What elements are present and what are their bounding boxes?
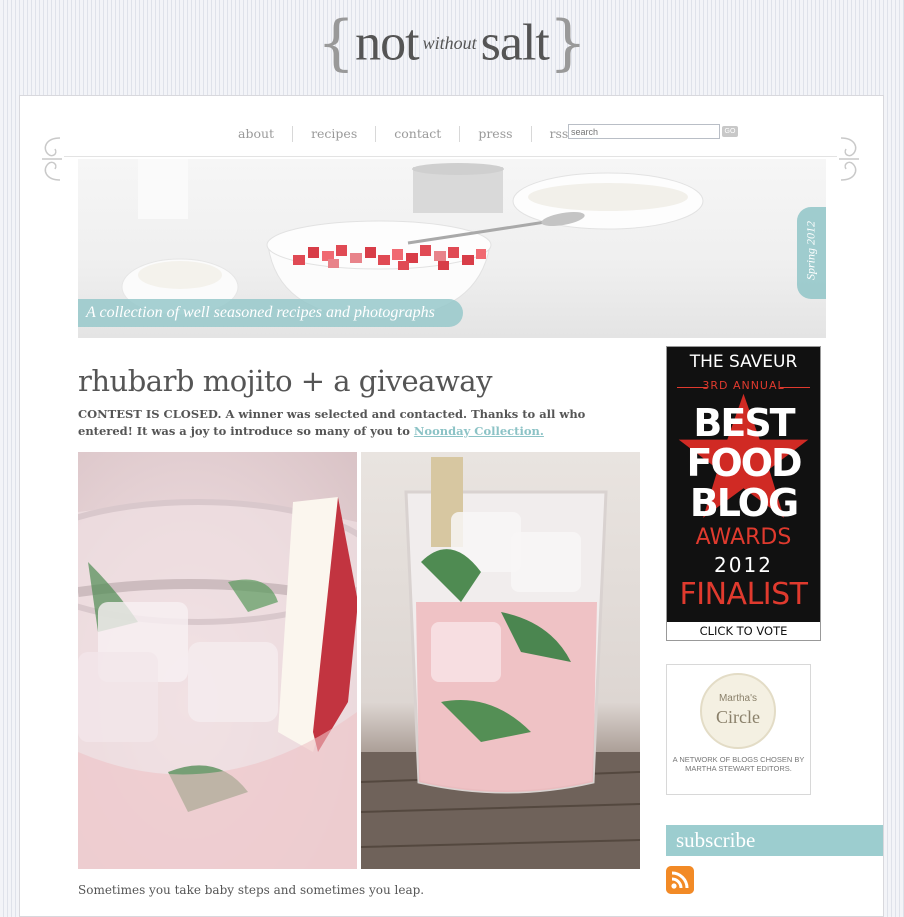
logo-word-not: not (355, 14, 419, 72)
subscribe-heading: subscribe (666, 825, 883, 856)
logo-word-without: without (422, 32, 477, 53)
swirl-ornament-right-icon (839, 137, 859, 181)
rss-feed-icon[interactable] (666, 866, 694, 894)
main-nav: about recipes contact press rss (220, 124, 586, 144)
season-label: Spring 2012 (803, 221, 818, 281)
saveur-awards: AWARDS (695, 525, 792, 550)
post-photo-right (361, 452, 640, 869)
hero-banner: A collection of well seasoned recipes an… (78, 159, 826, 338)
saveur-blog: BLOG (689, 481, 799, 525)
swirl-ornament-left-icon (42, 137, 62, 181)
logo-left-brace: { (316, 8, 356, 78)
marthas-circle-seal: Martha's Circle (700, 673, 776, 749)
saveur-year: 2012 (714, 553, 773, 577)
post-intro: CONTEST IS CLOSED. A winner was selected… (78, 406, 643, 440)
saveur-award-badge[interactable]: THE SAVEUR 3RD ANNUAL BEST FOOD BLOG AWA… (666, 346, 821, 641)
nav-press[interactable]: press (460, 126, 532, 142)
header-divider (64, 156, 837, 157)
season-tab: Spring 2012 (797, 207, 826, 299)
click-to-vote-button[interactable]: CLICK TO VOTE (667, 621, 820, 640)
seal-top-text: Martha's (718, 693, 758, 704)
search-input[interactable] (568, 124, 720, 139)
logo-right-brace: } (548, 8, 588, 78)
page-container: about recipes contact press rss GO (19, 95, 884, 917)
post-body-paragraph: Sometimes you take baby steps and someti… (78, 883, 425, 897)
noonday-collection-link[interactable]: Noonday Collection. (414, 424, 544, 438)
mojito-closeup-image (78, 497, 357, 869)
marthas-circle-badge[interactable]: Martha's Circle A NETWORK OF BLOGS CHOSE… (666, 664, 811, 795)
saveur-food: FOOD (686, 441, 802, 485)
logo-word-salt: salt (480, 14, 550, 72)
saveur-title: THE SAVEUR (689, 352, 798, 372)
post-title[interactable]: rhubarb mojito + a giveaway (78, 364, 492, 398)
nav-contact[interactable]: contact (376, 126, 461, 142)
saveur-best: BEST (693, 401, 795, 445)
search-go-button[interactable]: GO (722, 126, 738, 137)
seal-bottom-text: Circle (716, 707, 760, 727)
saveur-rule-right (780, 387, 810, 388)
nav-about[interactable]: about (220, 126, 294, 142)
post-photo-left (78, 452, 357, 869)
nav-recipes[interactable]: recipes (293, 126, 377, 142)
marthas-circle-caption: A NETWORK OF BLOGS CHOSEN BY MARTHA STEW… (672, 755, 805, 773)
saveur-finalist: FINALIST (679, 577, 809, 612)
mojito-glass-image (361, 457, 640, 869)
search-form: GO (568, 124, 738, 139)
site-logo[interactable]: {not withoutsalt} (0, 8, 904, 78)
hero-tagline: A collection of well seasoned recipes an… (78, 299, 463, 327)
